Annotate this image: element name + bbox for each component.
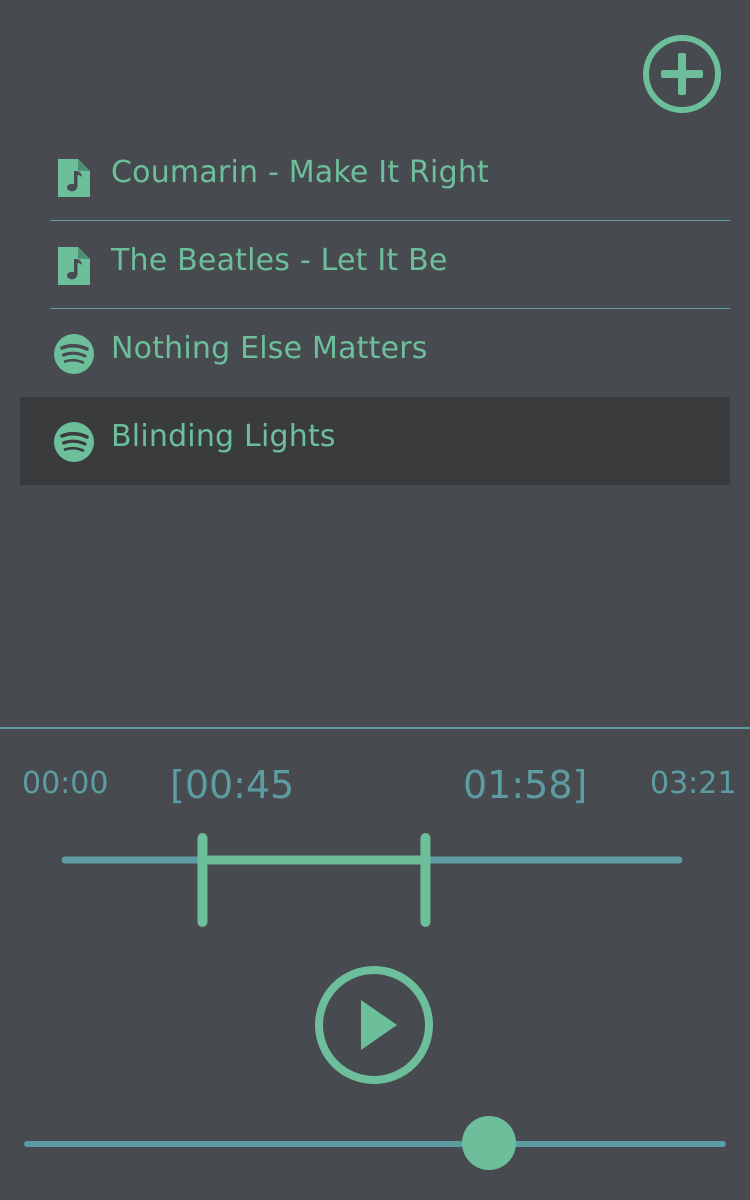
time-start-label: 00:00: [22, 766, 109, 801]
seek-thumb[interactable]: [462, 1116, 517, 1170]
time-end-label: 03:21: [650, 766, 737, 801]
spotify-icon: [54, 333, 94, 375]
track-item[interactable]: Nothing Else Matters: [20, 309, 730, 397]
play-circle-icon: [315, 966, 433, 1084]
track-title: The Beatles - Let It Be: [111, 243, 448, 278]
add-track-button[interactable]: [642, 34, 722, 114]
music-file-icon: [54, 157, 94, 199]
seek-slider[interactable]: [0, 1110, 750, 1180]
track-item[interactable]: Coumarin - Make It Right: [20, 133, 730, 221]
selection-start-label: [00:45: [170, 763, 295, 807]
player-divider: [0, 727, 750, 729]
plus-circle-icon: [643, 35, 721, 113]
range-selector[interactable]: [0, 820, 750, 940]
selection-end-label: 01:58]: [463, 763, 588, 807]
seek-track[interactable]: [24, 1141, 726, 1147]
music-file-icon: [54, 245, 94, 287]
track-title: Blinding Lights: [111, 419, 336, 454]
track-title: Nothing Else Matters: [111, 331, 428, 366]
track-title: Coumarin - Make It Right: [111, 155, 490, 190]
spotify-icon: [54, 421, 94, 463]
track-item[interactable]: The Beatles - Let It Be: [20, 221, 730, 309]
track-item-selected[interactable]: Blinding Lights: [20, 397, 730, 485]
play-button[interactable]: [313, 964, 435, 1086]
